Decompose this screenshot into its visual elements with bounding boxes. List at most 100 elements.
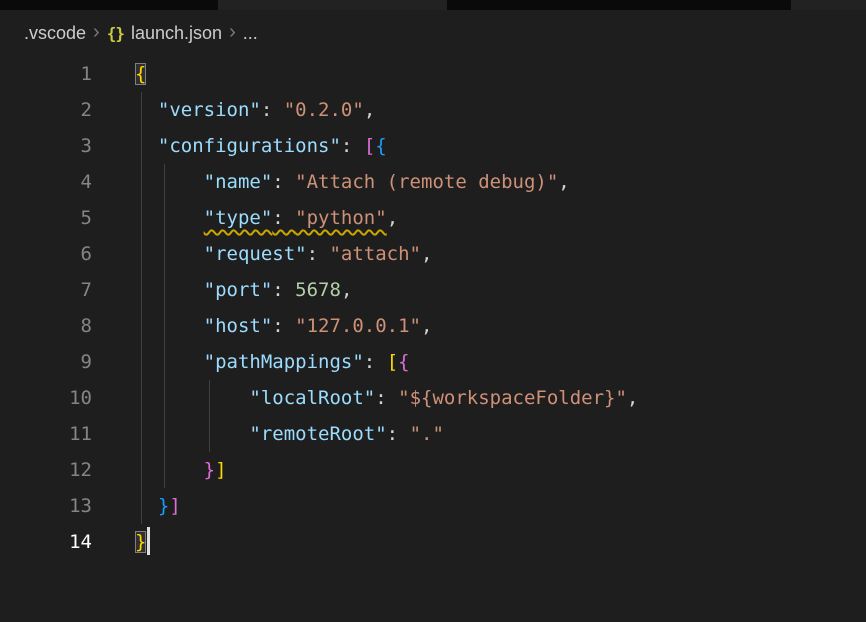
chevron-right-icon: ›	[229, 22, 236, 42]
code-token: {	[135, 63, 146, 85]
line-number: 9	[0, 344, 92, 380]
code-token: ,	[341, 279, 352, 301]
code-line[interactable]: 13 }]	[0, 488, 866, 524]
code-token	[135, 315, 204, 337]
code-token: "localRoot"	[249, 387, 375, 409]
code-token: ,	[421, 243, 432, 265]
code-token: :	[341, 135, 364, 157]
code-token: ,	[364, 99, 375, 121]
breadcrumb-item-file[interactable]: launch.json	[131, 23, 222, 44]
code-token: :	[387, 423, 410, 445]
code-line[interactable]: 2 "version": "0.2.0",	[0, 92, 866, 128]
code-token	[135, 243, 204, 265]
code-text: "port": 5678,	[135, 272, 352, 308]
code-text: "type": "python",	[135, 200, 398, 236]
code-token: "127.0.0.1"	[295, 315, 421, 337]
line-number: 3	[0, 128, 92, 164]
code-line[interactable]: 14}	[0, 524, 866, 560]
code-text: "localRoot": "${workspaceFolder}",	[135, 380, 638, 416]
line-number: 11	[0, 416, 92, 452]
code-text: "pathMappings": [{	[135, 344, 410, 380]
code-token: ,	[421, 315, 432, 337]
breadcrumb-item-folder[interactable]: .vscode	[24, 23, 86, 44]
tab-strip-segment	[218, 0, 447, 10]
code-token	[135, 459, 204, 481]
code-token	[135, 171, 204, 193]
code-text: }]	[135, 452, 227, 488]
line-number: 6	[0, 236, 92, 272]
code-token: :	[375, 387, 398, 409]
warning-squiggle: "type": "python"	[204, 207, 387, 229]
code-text: "request": "attach",	[135, 236, 432, 272]
code-token: "version"	[158, 99, 261, 121]
code-token: :	[272, 315, 295, 337]
line-number: 10	[0, 380, 92, 416]
code-token	[135, 387, 249, 409]
code-line[interactable]: 3 "configurations": [{	[0, 128, 866, 164]
code-token: "name"	[204, 171, 273, 193]
code-token: [	[387, 351, 398, 373]
line-number: 7	[0, 272, 92, 308]
code-token: "."	[410, 423, 444, 445]
code-token	[135, 423, 249, 445]
text-cursor	[147, 527, 150, 555]
code-token: "${workspaceFolder}"	[398, 387, 627, 409]
code-token: ,	[627, 387, 638, 409]
code-token: "0.2.0"	[284, 99, 364, 121]
code-line[interactable]: 9 "pathMappings": [{	[0, 344, 866, 380]
breadcrumb-item-symbol[interactable]: ...	[243, 23, 258, 44]
code-token: "port"	[204, 279, 273, 301]
code-text: }	[135, 524, 150, 560]
code-text: "remoteRoot": "."	[135, 416, 444, 452]
code-token: :	[272, 207, 295, 229]
code-token: :	[364, 351, 387, 373]
code-line[interactable]: 12 }]	[0, 452, 866, 488]
line-number: 2	[0, 92, 92, 128]
line-number: 12	[0, 452, 92, 488]
chevron-right-icon: ›	[93, 22, 100, 42]
code-token: "configurations"	[158, 135, 341, 157]
code-token	[135, 207, 204, 229]
code-text: {	[135, 56, 146, 92]
code-line[interactable]: 8 "host": "127.0.0.1",	[0, 308, 866, 344]
code-line[interactable]: 7 "port": 5678,	[0, 272, 866, 308]
code-line[interactable]: 11 "remoteRoot": "."	[0, 416, 866, 452]
code-token: :	[261, 99, 284, 121]
editor-lines: 1{2 "version": "0.2.0",3 "configurations…	[0, 56, 866, 560]
code-token: :	[272, 171, 295, 193]
breadcrumb: .vscode › {} launch.json › ...	[0, 10, 866, 56]
code-token: {	[375, 135, 386, 157]
line-number: 5	[0, 200, 92, 236]
editor[interactable]: 1{2 "version": "0.2.0",3 "configurations…	[0, 56, 866, 560]
json-file-icon: {}	[107, 24, 124, 43]
line-number: 13	[0, 488, 92, 524]
code-line[interactable]: 10 "localRoot": "${workspaceFolder}",	[0, 380, 866, 416]
code-text: "configurations": [{	[135, 128, 387, 164]
code-token	[135, 99, 158, 121]
code-token	[135, 135, 158, 157]
code-token	[135, 351, 204, 373]
code-token: "attach"	[329, 243, 421, 265]
code-token: "host"	[204, 315, 273, 337]
code-token: 5678	[295, 279, 341, 301]
code-line[interactable]: 5 "type": "python",	[0, 200, 866, 236]
code-token: ]	[215, 459, 226, 481]
code-token: ]	[169, 495, 180, 517]
code-line[interactable]: 4 "name": "Attach (remote debug)",	[0, 164, 866, 200]
code-token: "python"	[295, 207, 387, 229]
code-token: [	[364, 135, 375, 157]
line-number: 14	[0, 524, 92, 560]
code-text: }]	[135, 488, 181, 524]
code-text: "name": "Attach (remote debug)",	[135, 164, 570, 200]
code-token: "Attach (remote debug)"	[295, 171, 558, 193]
line-number: 1	[0, 56, 92, 92]
tab-bar-strip	[0, 0, 866, 10]
code-token: "remoteRoot"	[249, 423, 386, 445]
code-token	[135, 279, 204, 301]
code-line[interactable]: 1{	[0, 56, 866, 92]
code-token: "type"	[204, 207, 273, 229]
code-token: :	[272, 279, 295, 301]
code-line[interactable]: 6 "request": "attach",	[0, 236, 866, 272]
code-token: ,	[387, 207, 398, 229]
code-text: "version": "0.2.0",	[135, 92, 375, 128]
